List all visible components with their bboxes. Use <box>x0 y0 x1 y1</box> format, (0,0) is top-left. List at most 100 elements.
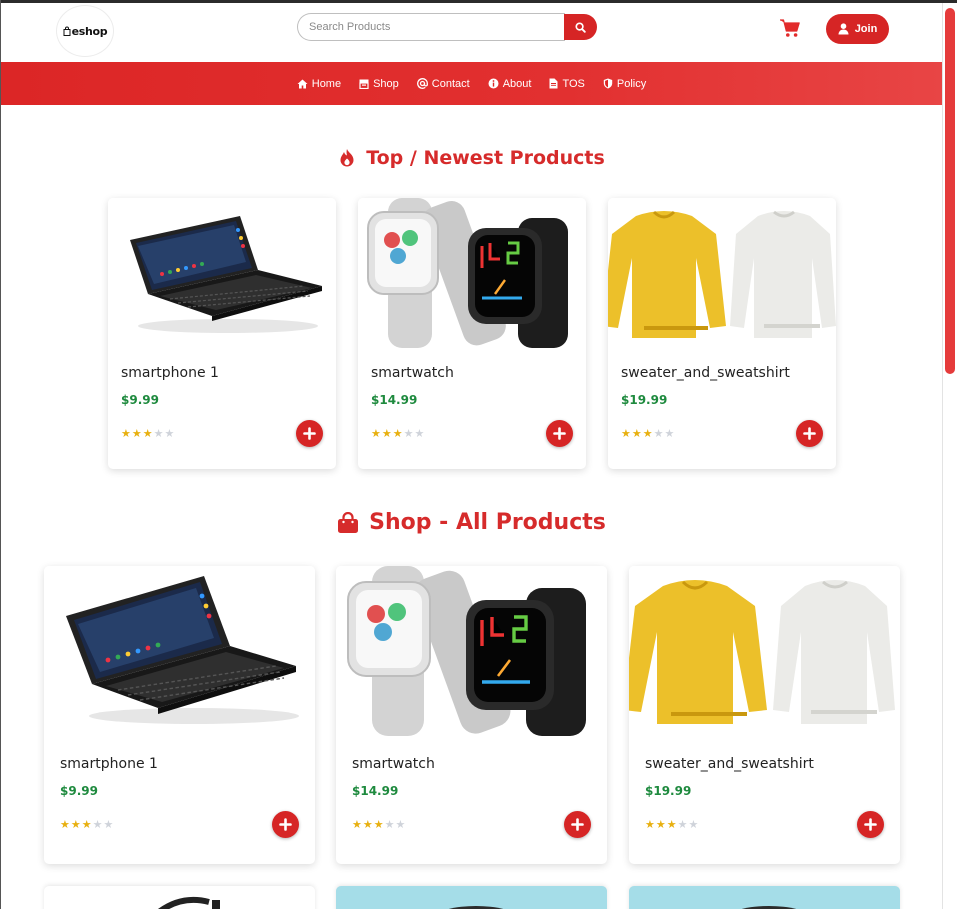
star-filled-icon: ★ <box>642 427 653 440</box>
star-empty-icon: ★ <box>153 427 164 440</box>
star-filled-icon: ★ <box>631 427 642 440</box>
star-empty-icon: ★ <box>164 427 175 440</box>
add-to-cart-button[interactable] <box>796 420 823 447</box>
top-products-title: Top / Newest Products <box>366 147 605 169</box>
add-to-cart-button[interactable] <box>546 420 573 447</box>
nav-label-policy: Policy <box>616 77 647 90</box>
scrollbar-thumb[interactable] <box>945 8 955 374</box>
cart-icon <box>780 19 800 37</box>
nav-item-tos[interactable]: TOS <box>540 62 593 105</box>
cart-button[interactable] <box>779 18 801 38</box>
sweater-image[interactable] <box>629 566 900 736</box>
star-filled-icon: ★ <box>373 818 384 831</box>
product-name[interactable]: smartwatch <box>371 365 454 381</box>
product-name[interactable]: smartphone 1 <box>60 756 158 772</box>
star-filled-icon: ★ <box>142 427 153 440</box>
nav-item-contact[interactable]: Contact <box>408 62 479 105</box>
product-card-partial[interactable] <box>336 886 607 909</box>
nav-label-shop: Shop <box>373 77 399 90</box>
star-empty-icon: ★ <box>414 427 425 440</box>
document-icon <box>549 78 558 89</box>
product-price: $14.99 <box>371 393 418 407</box>
plus-icon <box>279 818 292 831</box>
product-price: $9.99 <box>60 784 98 798</box>
fire-icon <box>340 149 354 167</box>
join-label: Join <box>854 23 878 35</box>
nav-item-home[interactable]: Home <box>288 62 350 105</box>
search-icon <box>575 21 586 33</box>
star-filled-icon: ★ <box>371 427 381 440</box>
product-card[interactable]: smartwatch $14.99 ★ ★ ★ ★ ★ <box>336 566 607 864</box>
product-card[interactable]: sweater_and_sweatshirt $19.99 ★ ★ ★ ★ ★ <box>608 198 836 469</box>
plus-icon <box>553 427 566 440</box>
star-empty-icon: ★ <box>395 818 406 831</box>
search-button[interactable] <box>564 14 597 40</box>
join-button[interactable]: Join <box>826 14 889 44</box>
smartwatch-image[interactable] <box>336 566 607 736</box>
smartphone-image[interactable] <box>44 566 315 736</box>
home-icon <box>297 79 308 88</box>
nav-label-contact: Contact <box>431 77 470 90</box>
smartphone-image[interactable] <box>108 198 336 348</box>
nav-item-policy[interactable]: Policy <box>594 62 655 105</box>
logo[interactable]: eshop <box>56 5 114 57</box>
sweater-image[interactable] <box>608 198 836 348</box>
star-empty-icon: ★ <box>677 818 688 831</box>
product-name[interactable]: sweater_and_sweatshirt <box>645 756 814 772</box>
add-to-cart-button[interactable] <box>296 420 323 447</box>
star-filled-icon: ★ <box>81 818 92 831</box>
shopping-bag-icon <box>338 511 359 533</box>
add-to-cart-button[interactable] <box>272 811 299 838</box>
star-empty-icon: ★ <box>92 818 103 831</box>
page: eshop Join Home Shop Contact <box>1 3 942 909</box>
product-image-partial <box>448 906 504 909</box>
add-to-cart-button[interactable] <box>857 811 884 838</box>
star-empty-icon: ★ <box>688 818 699 831</box>
product-name[interactable]: sweater_and_sweatshirt <box>621 365 790 381</box>
star-filled-icon: ★ <box>70 818 81 831</box>
main-navigation: Home Shop Contact About TOS Policy <box>1 62 942 105</box>
bag-outline-icon <box>63 26 71 36</box>
product-card[interactable]: smartwatch $14.99 ★ ★ ★ ★ ★ <box>358 198 586 469</box>
star-empty-icon: ★ <box>384 818 395 831</box>
shop-all-title: Shop - All Products <box>369 510 606 535</box>
nav-label-about: About <box>502 77 532 90</box>
logo-wordmark: eshop <box>63 25 108 38</box>
star-filled-icon: ★ <box>352 818 362 831</box>
product-image-partial <box>741 906 797 909</box>
smartwatch-image[interactable] <box>358 198 586 348</box>
product-name[interactable]: smartwatch <box>352 756 435 772</box>
product-name[interactable]: smartphone 1 <box>121 365 219 381</box>
rating-stars: ★ ★ ★ ★ ★ <box>352 819 405 830</box>
star-filled-icon: ★ <box>60 818 70 831</box>
product-card[interactable]: smartphone 1 $9.99 ★ ★ ★ ★ ★ <box>44 566 315 864</box>
star-filled-icon: ★ <box>666 818 677 831</box>
star-filled-icon: ★ <box>655 818 666 831</box>
rating-stars: ★ ★ ★ ★ ★ <box>60 819 113 830</box>
at-icon <box>416 78 428 89</box>
rating-stars: ★ ★ ★ ★ ★ <box>371 428 424 439</box>
plus-icon <box>303 427 316 440</box>
plus-icon <box>864 818 877 831</box>
star-filled-icon: ★ <box>392 427 403 440</box>
star-filled-icon: ★ <box>621 427 631 440</box>
product-price: $9.99 <box>121 393 159 407</box>
product-card[interactable]: sweater_and_sweatshirt $19.99 ★ ★ ★ ★ ★ <box>629 566 900 864</box>
nav-item-shop[interactable]: Shop <box>350 62 408 105</box>
product-card-partial[interactable] <box>629 886 900 909</box>
product-card[interactable]: smartphone 1 $9.99 ★ ★ ★ ★ ★ <box>108 198 336 469</box>
product-price: $19.99 <box>621 393 668 407</box>
plus-icon <box>803 427 816 440</box>
star-empty-icon: ★ <box>403 427 414 440</box>
info-icon <box>488 78 499 89</box>
rating-stars: ★ ★ ★ ★ ★ <box>121 428 174 439</box>
add-to-cart-button[interactable] <box>564 811 591 838</box>
nav-item-about[interactable]: About <box>479 62 541 105</box>
star-filled-icon: ★ <box>381 427 392 440</box>
star-filled-icon: ★ <box>645 818 655 831</box>
user-icon <box>838 23 849 35</box>
rating-stars: ★ ★ ★ ★ ★ <box>621 428 674 439</box>
search-input[interactable] <box>297 13 565 41</box>
product-card-partial[interactable] <box>44 886 315 909</box>
product-price: $14.99 <box>352 784 399 798</box>
